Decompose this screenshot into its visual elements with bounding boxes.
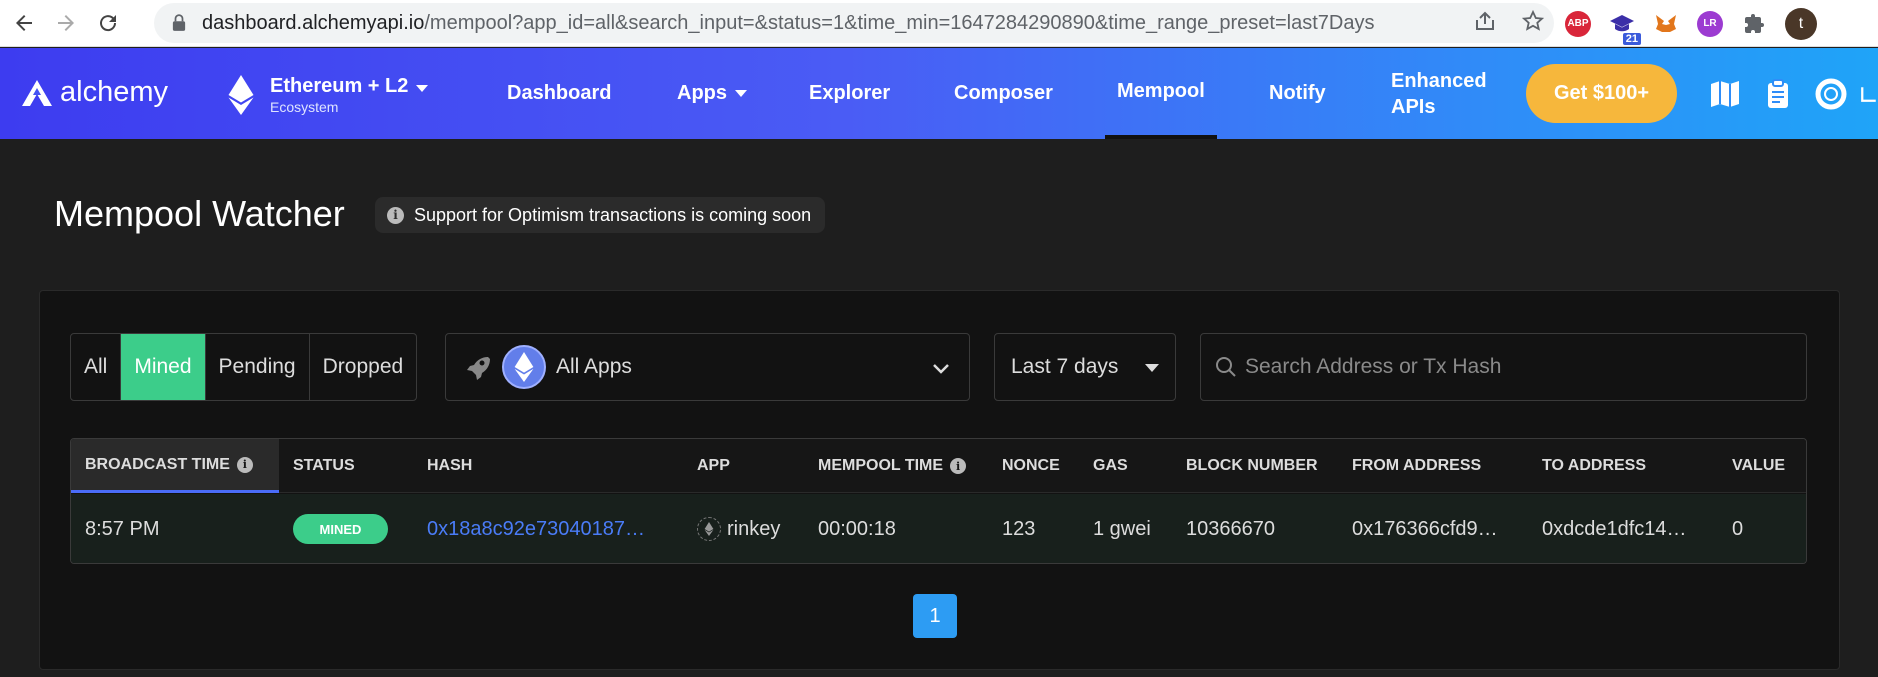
rocket-icon bbox=[467, 357, 490, 380]
lock-icon bbox=[172, 13, 188, 33]
nav-apps[interactable]: Apps bbox=[677, 48, 747, 139]
cell-gas: 1 gwei bbox=[1093, 517, 1151, 540]
back-icon[interactable] bbox=[6, 5, 42, 41]
network-selector[interactable]: Ethereum + L2 Ecosystem bbox=[226, 75, 429, 115]
nav-mempool[interactable]: Mempool bbox=[1105, 48, 1217, 139]
col-block-number: BLOCK NUMBER bbox=[1186, 457, 1318, 474]
cell-from-address: 0x176366cfd9… bbox=[1352, 517, 1498, 540]
search-box bbox=[1200, 333, 1807, 401]
nav-enhanced-apis[interactable]: Enhanced APIs bbox=[1391, 68, 1487, 120]
status-all-button[interactable]: All bbox=[71, 334, 122, 400]
caret-down-icon bbox=[735, 90, 747, 97]
network-sub: Ecosystem bbox=[270, 99, 339, 115]
nav-dashboard[interactable]: Dashboard bbox=[507, 48, 611, 139]
search-icon bbox=[1216, 357, 1236, 377]
chevron-down-icon bbox=[933, 364, 949, 374]
cell-status: MINED bbox=[293, 494, 388, 563]
time-range-value: Last 7 days bbox=[1011, 355, 1119, 378]
time-range-select[interactable]: Last 7 days bbox=[994, 333, 1176, 401]
alchemy-logo[interactable]: alchemy bbox=[20, 76, 168, 109]
col-to-address: TO ADDRESS bbox=[1542, 457, 1647, 474]
caret-down-icon bbox=[416, 85, 429, 92]
url-text: dashboard.alchemyapi.io/mempool?app_id=a… bbox=[202, 11, 1375, 34]
share-icon[interactable] bbox=[1474, 10, 1496, 37]
reload-icon[interactable] bbox=[90, 5, 126, 41]
status-badge: MINED bbox=[293, 514, 388, 544]
app-select-value: All Apps bbox=[556, 355, 632, 378]
cell-value: 0 bbox=[1732, 517, 1744, 540]
cell-nonce: 123 bbox=[1002, 517, 1036, 540]
cell-block-number: 10366670 bbox=[1186, 517, 1275, 540]
app-select[interactable]: All Apps bbox=[445, 333, 970, 401]
clipboard-icon[interactable] bbox=[1760, 76, 1796, 112]
get-credit-button[interactable]: Get $100+ bbox=[1526, 64, 1677, 123]
cell-hash-link[interactable]: 0x18a8c92e73040187… bbox=[427, 494, 645, 563]
address-bar[interactable]: dashboard.alchemyapi.io/mempool?app_id=a… bbox=[154, 3, 1554, 43]
browser-toolbar: dashboard.alchemyapi.io/mempool?app_id=a… bbox=[0, 0, 1878, 47]
info-icon: i bbox=[236, 456, 253, 473]
profile-avatar[interactable]: t bbox=[1785, 7, 1817, 40]
network-name: Ethereum + L2 bbox=[270, 75, 409, 97]
abp-extension-icon[interactable]: ABP bbox=[1565, 10, 1591, 37]
status-pending-button[interactable]: Pending bbox=[206, 334, 310, 400]
status-filter: All Mined Pending Dropped bbox=[70, 333, 418, 401]
cell-to-address: 0xdcde1dfc14… bbox=[1542, 517, 1687, 540]
metamask-extension-icon[interactable] bbox=[1653, 11, 1679, 37]
col-status: STATUS bbox=[293, 457, 355, 474]
cell-app[interactable]: rinkey bbox=[697, 494, 780, 563]
table-row[interactable]: 8:57 PM MINED 0x18a8c92e73040187… rinkey… bbox=[71, 494, 1806, 563]
status-dropped-button[interactable]: Dropped bbox=[310, 334, 417, 400]
col-nonce: NONCE bbox=[1002, 457, 1060, 474]
nav-notify[interactable]: Notify bbox=[1269, 48, 1326, 139]
cell-mempool-time: 00:00:18 bbox=[818, 517, 896, 540]
optimism-notice: i Support for Optimism transactions is c… bbox=[375, 197, 826, 233]
ethereum-icon bbox=[697, 517, 721, 541]
extensions-puzzle-icon[interactable] bbox=[1741, 11, 1767, 37]
table-header: BROADCAST TIME i STATUS HASH APP MEMPOOL … bbox=[71, 439, 1806, 493]
pagination-page-button[interactable]: 1 bbox=[913, 594, 957, 638]
info-icon: i bbox=[387, 206, 404, 224]
nav-explorer[interactable]: Explorer bbox=[809, 48, 890, 139]
lr-extension-icon[interactable]: LR bbox=[1697, 10, 1723, 37]
cell-broadcast-time: 8:57 PM bbox=[85, 517, 160, 540]
col-from-address: FROM ADDRESS bbox=[1352, 457, 1482, 474]
ethereum-icon bbox=[502, 345, 546, 389]
info-icon: i bbox=[950, 458, 967, 474]
mempool-panel: All Mined Pending Dropped All Apps Last … bbox=[39, 290, 1840, 670]
support-lifebuoy-icon[interactable] bbox=[1813, 76, 1849, 112]
search-input[interactable] bbox=[1245, 355, 1785, 379]
col-broadcast-time[interactable]: BROADCAST TIME i bbox=[71, 439, 279, 493]
chart-icon[interactable] bbox=[1860, 76, 1878, 112]
col-gas: GAS bbox=[1093, 457, 1128, 474]
app-header: alchemy Ethereum + L2 Ecosystem Dashboar… bbox=[0, 48, 1878, 139]
forward-icon[interactable] bbox=[48, 5, 84, 41]
map-icon[interactable] bbox=[1707, 76, 1743, 112]
col-value: VALUE bbox=[1732, 457, 1786, 474]
nav-composer[interactable]: Composer bbox=[954, 48, 1053, 139]
graduation-extension-icon[interactable]: 21 bbox=[1609, 11, 1641, 45]
ethereum-icon bbox=[228, 75, 254, 115]
col-hash: HASH bbox=[427, 457, 473, 474]
status-mined-button[interactable]: Mined bbox=[121, 334, 206, 400]
caret-down-icon bbox=[1145, 364, 1159, 372]
col-mempool-time: MEMPOOL TIME i bbox=[818, 439, 967, 493]
col-app: APP bbox=[697, 457, 730, 474]
transactions-table: BROADCAST TIME i STATUS HASH APP MEMPOOL … bbox=[70, 438, 1807, 564]
bookmark-star-icon[interactable] bbox=[1521, 9, 1545, 37]
page-title: Mempool Watcher bbox=[54, 193, 345, 234]
